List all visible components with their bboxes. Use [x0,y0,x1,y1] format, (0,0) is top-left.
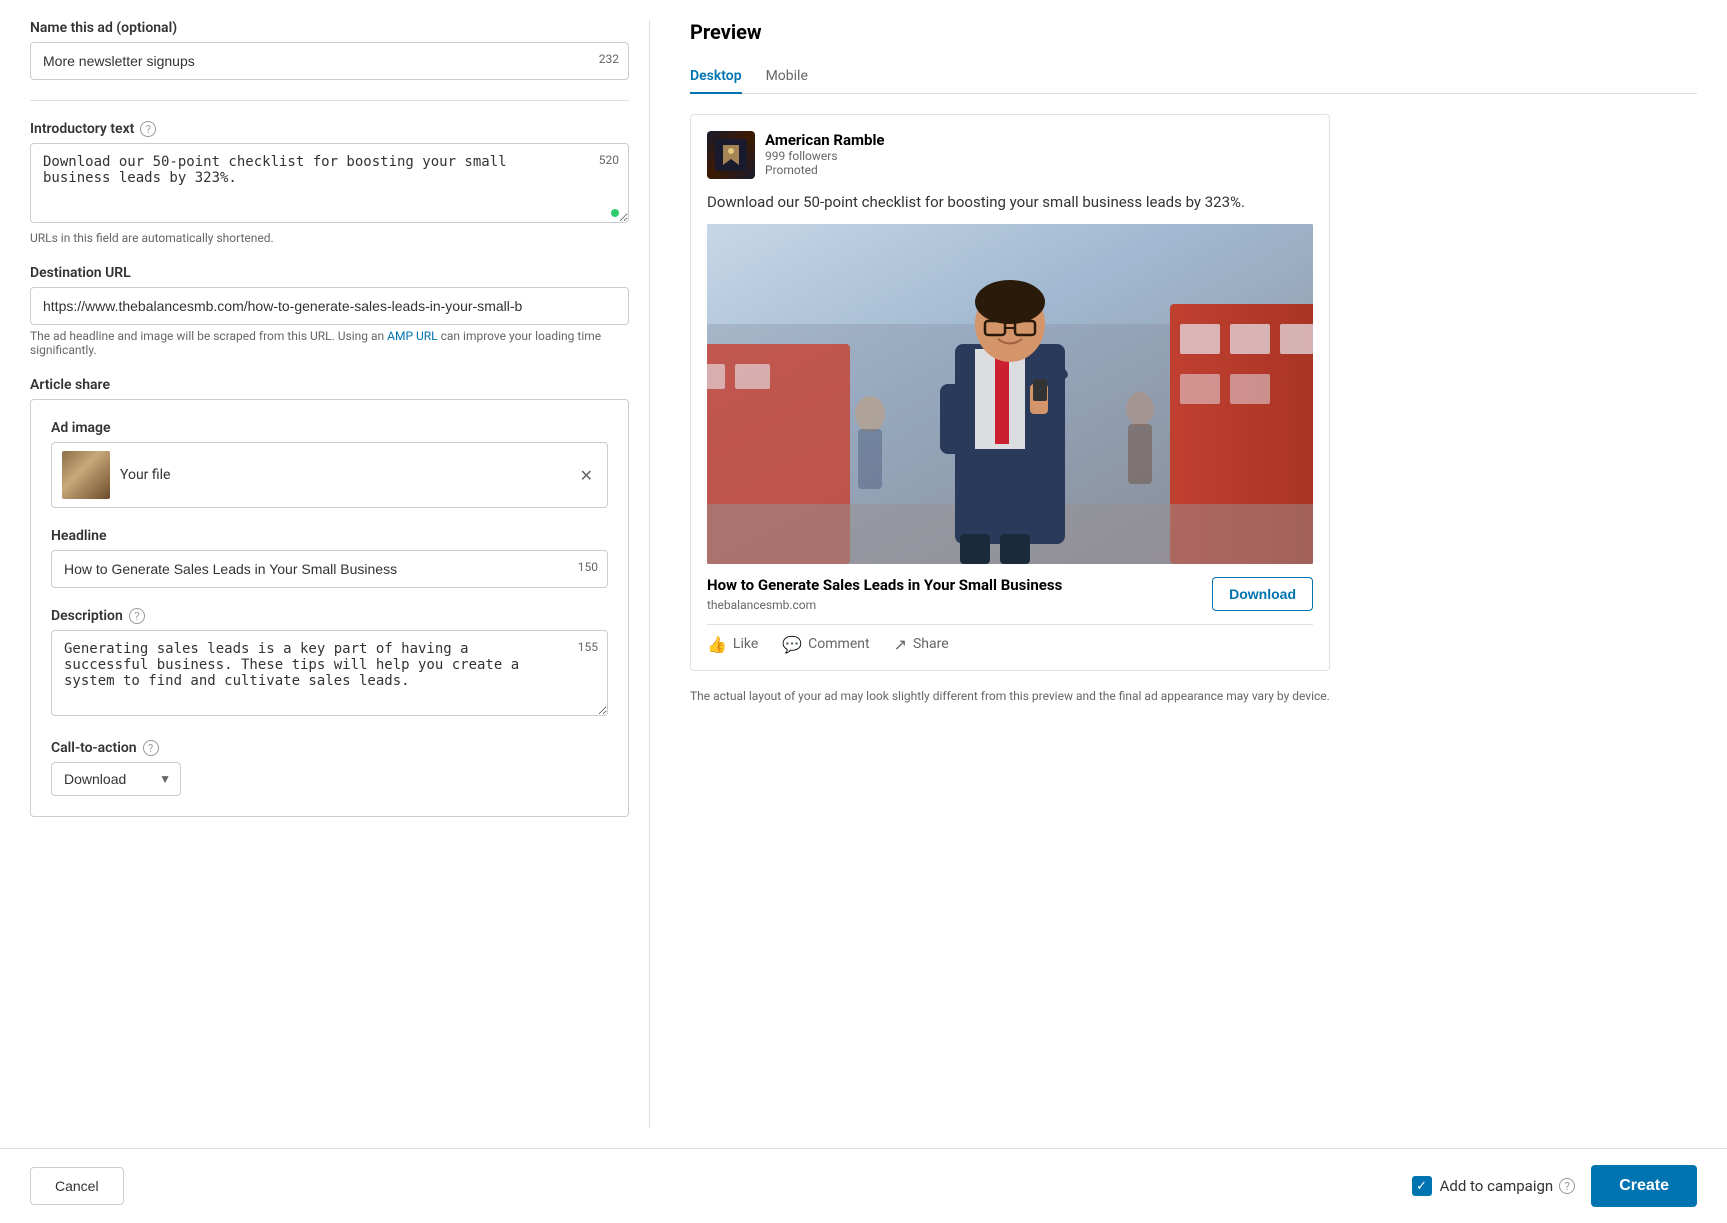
intro-textarea[interactable] [30,143,629,223]
description-help-icon[interactable]: ? [129,608,145,624]
cta-group: Call-to-action ? Download Learn More Sig… [51,740,608,796]
description-group: Description ? 155 document.querySelector… [51,608,608,720]
share-action[interactable]: ↗ Share [894,635,949,654]
advertiser-row: American Ramble 999 followers Promoted [707,131,1313,179]
destination-input[interactable] [30,287,629,325]
ad-image-svg [707,224,1313,564]
add-campaign-label: Add to campaign ? [1440,1177,1576,1195]
preview-title: Preview [690,20,1697,44]
destination-input-wrapper [30,287,629,325]
comment-action[interactable]: 💬 Comment [782,635,869,654]
ad-image-row: Your file ✕ [51,442,608,508]
intro-char-count: 520 [599,153,619,167]
intro-hint: URLs in this field are automatically sho… [30,231,629,245]
ad-preview-card: American Ramble 999 followers Promoted D… [690,114,1330,671]
cta-select-wrapper: Download Learn More Sign Up Subscribe Re… [51,762,181,796]
cancel-button[interactable]: Cancel [30,1167,124,1205]
intro-help-icon[interactable]: ? [140,121,156,137]
cta-help-icon[interactable]: ? [143,740,159,756]
tab-mobile[interactable]: Mobile [766,60,808,94]
ad-image-filename: Your file [120,467,566,483]
advertiser-promoted: Promoted [765,163,885,177]
advertiser-avatar [707,131,755,179]
left-panel: Name this ad (optional) 232 Introductory… [30,20,650,1128]
name-field-group: Name this ad (optional) 232 [30,20,629,80]
avatar-inner [707,131,755,179]
ad-image-thumb-inner [62,451,110,499]
share-label: Share [913,636,949,652]
destination-field-label: Destination URL [30,265,629,281]
advertiser-followers: 999 followers [765,149,885,163]
add-to-campaign-checkbox-wrapper[interactable]: ✓ Add to campaign ? [1412,1176,1576,1196]
ad-main-image [707,224,1313,564]
like-icon: 👍 [707,635,727,654]
ad-actions-row: 👍 Like 💬 Comment ↗ Share [707,625,1313,654]
tab-desktop[interactable]: Desktop [690,60,742,94]
intro-input-wrapper: 520 document.querySelector('[data-name="… [30,143,629,227]
ad-image-thumb [62,451,110,499]
preview-download-button[interactable]: Download [1212,577,1313,611]
description-char-count: 155 [578,640,598,654]
create-button[interactable]: Create [1591,1165,1697,1207]
amp-url-link[interactable]: AMP URL [387,329,438,343]
destination-hint: The ad headline and image will be scrape… [30,329,629,357]
ad-article-headline: How to Generate Sales Leads in Your Smal… [707,576,1196,594]
headline-group: Headline 150 document.querySelector('[da… [51,528,608,588]
intro-field-group: Introductory text ? 520 document.querySe… [30,121,629,245]
comment-icon: 💬 [782,635,802,654]
comment-label: Comment [808,636,869,652]
preview-tabs: Desktop Mobile [690,60,1697,94]
checkbox-checked-icon: ✓ [1412,1176,1432,1196]
advertiser-info: American Ramble 999 followers Promoted [765,131,885,177]
name-input-wrapper: 232 [30,42,629,80]
like-action[interactable]: 👍 Like [707,635,758,654]
advertiser-name: American Ramble [765,131,885,149]
ad-article-domain: thebalancesmb.com [707,598,1196,612]
name-field-label: Name this ad (optional) [30,20,629,36]
cta-select[interactable]: Download Learn More Sign Up Subscribe Re… [51,762,181,796]
remove-image-icon[interactable]: ✕ [576,462,597,489]
article-share-group: Article share Ad image Your file ✕ Hea [30,377,629,817]
intro-green-dot [611,209,619,217]
description-input-wrapper: 155 document.querySelector('[data-name="… [51,630,608,720]
intro-field-label: Introductory text ? [30,121,629,137]
ad-intro-text: Download our 50-point checklist for boos… [707,191,1313,214]
ad-article-info: How to Generate Sales Leads in Your Smal… [707,576,1196,612]
article-share-label: Article share [30,377,629,393]
headline-label: Headline [51,528,608,544]
description-textarea[interactable] [51,630,608,716]
description-label: Description ? [51,608,608,624]
like-label: Like [733,636,758,652]
divider-1 [30,100,629,101]
headline-input[interactable] [51,550,608,588]
headline-input-wrapper: 150 document.querySelector('[data-name="… [51,550,608,588]
name-char-count: 232 [599,52,619,66]
preview-disclaimer: The actual layout of your ad may look sl… [690,687,1330,705]
headline-char-count: 150 [578,560,598,574]
bottom-bar: Cancel ✓ Add to campaign ? Create [0,1148,1727,1223]
destination-field-group: Destination URL The ad headline and imag… [30,265,629,357]
cta-label: Call-to-action ? [51,740,608,756]
right-panel: Preview Desktop Mobile [680,20,1697,1128]
article-share-box: Ad image Your file ✕ Headline 150 [30,399,629,817]
name-input[interactable] [30,42,629,80]
ad-image-group: Ad image Your file ✕ [51,420,608,508]
stories-icon [715,139,747,171]
ad-article-row: How to Generate Sales Leads in Your Smal… [707,564,1313,625]
share-icon: ↗ [894,635,907,654]
ad-image-label: Ad image [51,420,608,436]
add-campaign-help-icon[interactable]: ? [1559,1178,1575,1194]
bottom-right: ✓ Add to campaign ? Create [1412,1165,1697,1207]
